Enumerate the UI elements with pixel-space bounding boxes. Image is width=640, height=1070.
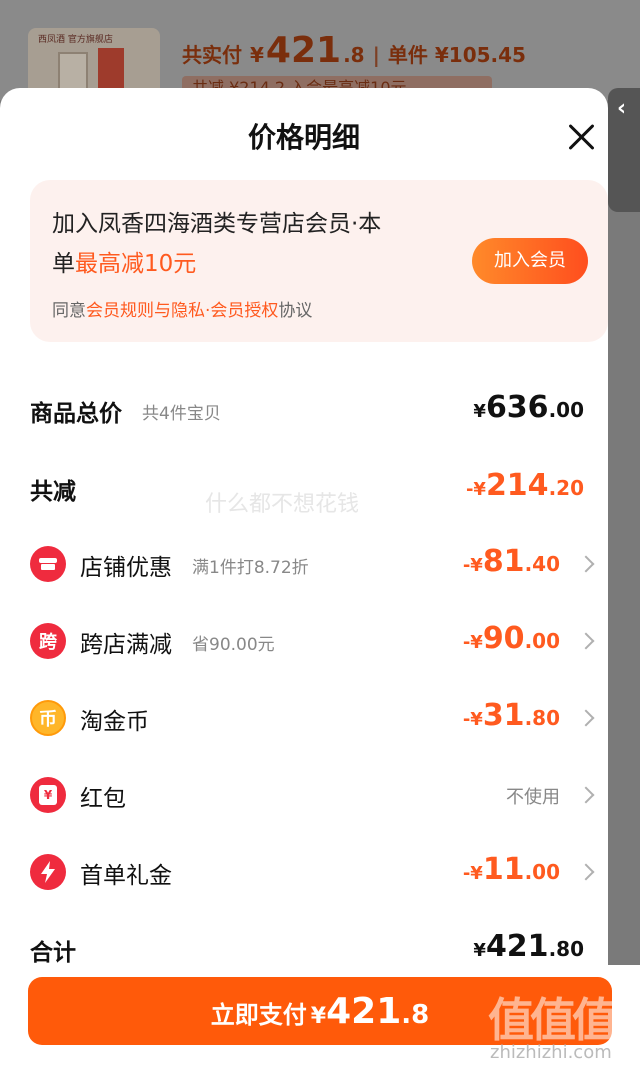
row-taojinbi[interactable]: 币 淘金币 -¥ 31.80 <box>30 696 595 740</box>
side-collapse-tab[interactable]: ‹ <box>608 88 640 212</box>
shop-icon <box>30 546 66 582</box>
row-label: 淘金币 <box>80 709 149 735</box>
row-note: 共4件宝贝 <box>142 404 221 424</box>
site-watermark-url: zhizhizhi.com <box>490 1042 612 1063</box>
row-amount: -¥ 81.40 <box>462 544 560 579</box>
red-packet-value: 不使用 <box>506 787 560 808</box>
row-cross-store-discount[interactable]: 跨 跨店满减 省90.00元 -¥ 90.00 <box>30 619 595 663</box>
row-amount: -¥ 214.20 <box>465 468 584 503</box>
row-label: 跨店满减 <box>80 632 172 658</box>
background-page: 西凤酒 官方旗舰店 共实付 ¥ 421 .8 | 单件 ¥105.45 共减 ¥… <box>0 0 640 100</box>
member-promo-line2: 单最高减10元 <box>52 251 197 277</box>
background-price: 共实付 ¥ 421 .8 | 单件 ¥105.45 <box>182 30 526 71</box>
row-amount: -¥ 31.80 <box>462 698 560 733</box>
red-packet-icon: ¥ <box>30 777 66 813</box>
chevron-left-icon: ‹ <box>617 96 627 121</box>
row-amount: ¥421.80 <box>473 929 584 964</box>
row-label: 商品总价 <box>30 401 122 427</box>
row-note: 满1件打8.72折 <box>192 558 309 578</box>
row-total-price: 商品总价 共4件宝贝 ¥636.00 <box>30 388 586 432</box>
cross-store-icon: 跨 <box>30 623 66 659</box>
site-watermark-logo: 值值值 <box>488 993 618 1047</box>
row-amount: -¥ 90.00 <box>462 621 560 656</box>
coin-icon: 币 <box>30 700 66 736</box>
row-red-packet[interactable]: ¥ 红包 不使用 <box>30 773 595 817</box>
row-label: 店铺优惠 <box>80 555 172 581</box>
row-label: 首单礼金 <box>80 863 172 889</box>
sheet-title: 价格明细 <box>247 121 360 154</box>
agreement-link[interactable]: 会员规则与隐私·会员授权 <box>86 301 278 321</box>
member-highlight: 最高减10元 <box>75 251 197 277</box>
member-card: 加入凤香四海酒类专营店会员·本 单最高减10元 加入会员 同意会员规则与隐私·会… <box>30 180 608 342</box>
row-amount: ¥636.00 <box>473 390 584 425</box>
user-watermark: 什么都不想花钱 <box>205 492 360 517</box>
member-promo-line1: 加入凤香四海酒类专营店会员·本 <box>52 211 382 237</box>
lightning-icon <box>30 854 66 890</box>
thumbnail-brand: 西凤酒 官方旗舰店 <box>38 35 113 45</box>
row-note: 省90.00元 <box>192 635 275 655</box>
row-shop-discount[interactable]: 店铺优惠 满1件打8.72折 -¥ 81.40 <box>30 542 595 586</box>
row-label: 合计 <box>30 940 76 966</box>
row-label: 共减 <box>30 479 76 505</box>
row-amount: -¥ 11.00 <box>462 852 560 887</box>
row-label: 红包 <box>80 786 126 812</box>
join-member-button[interactable]: 加入会员 <box>472 238 588 284</box>
row-first-order-gift[interactable]: 首单礼金 -¥ 11.00 <box>30 850 595 894</box>
close-icon[interactable] <box>566 122 596 152</box>
member-agreement: 同意会员规则与隐私·会员授权协议 <box>52 301 313 321</box>
